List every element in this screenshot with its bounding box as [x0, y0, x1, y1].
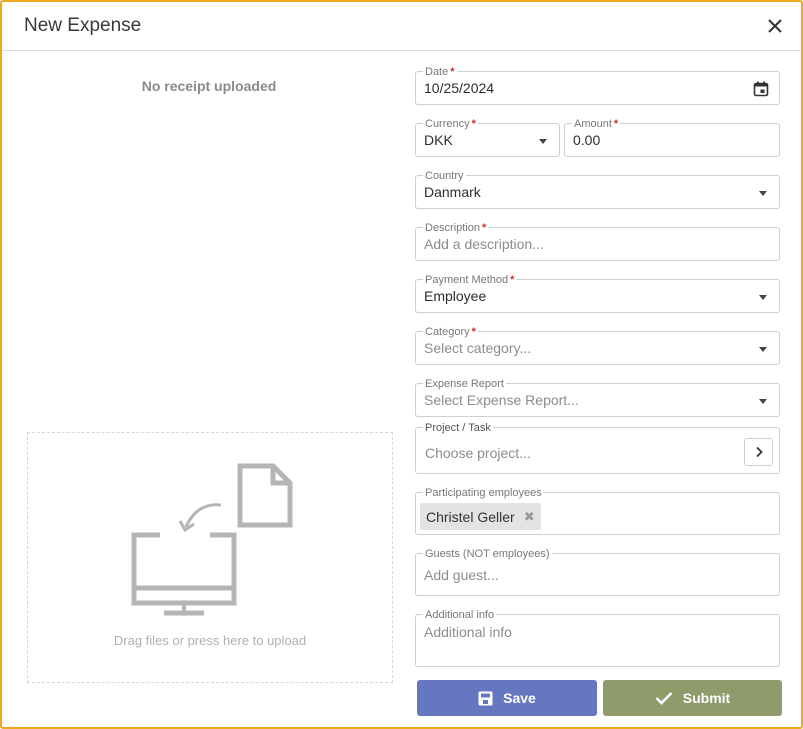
required-mark: * — [471, 326, 476, 338]
description-label: Description — [425, 222, 481, 234]
description-placeholder: Add a description... — [424, 236, 544, 252]
category-label: Category — [425, 326, 470, 338]
receipt-upload-dropzone[interactable]: Drag files or press here to upload — [27, 432, 393, 683]
payment-method-select[interactable]: Payment Method * Employee — [415, 274, 780, 313]
upload-instructions: Drag files or press here to upload — [113, 633, 307, 648]
currency-value: DKK — [424, 132, 453, 148]
expense-report-placeholder: Select Expense Report... — [424, 392, 579, 408]
currency-label: Currency — [425, 118, 470, 130]
participating-employees-field[interactable]: Participating employees Christel Geller … — [415, 487, 780, 535]
amount-field[interactable]: Amount * 0.00 — [564, 118, 780, 157]
guests-field[interactable]: Guests (NOT employees) Add guest... — [415, 548, 780, 596]
description-field[interactable]: Description * Add a description... — [415, 222, 780, 261]
checkmark-icon — [655, 692, 673, 705]
additional-info-textarea[interactable]: Additional info Additional info — [415, 609, 780, 667]
caret-down-icon — [759, 295, 767, 300]
choose-project-button[interactable] — [744, 438, 773, 466]
calendar-icon[interactable] — [753, 81, 769, 97]
date-label: Date — [425, 66, 449, 78]
dialog-title: New Expense — [24, 15, 142, 36]
save-icon — [478, 691, 493, 705]
payment-method-value: Employee — [424, 288, 487, 304]
close-icon[interactable] — [765, 16, 785, 36]
submit-label: Submit — [682, 690, 731, 706]
required-mark: * — [482, 222, 487, 234]
guests-placeholder: Add guest... — [424, 567, 499, 583]
caret-down-icon — [539, 139, 547, 144]
required-mark: * — [510, 274, 515, 286]
currency-select[interactable]: Currency * DKK — [415, 118, 560, 157]
caret-down-icon — [759, 399, 767, 404]
amount-value: 0.00 — [573, 132, 601, 148]
project-placeholder: Choose project... — [425, 445, 531, 461]
required-mark: * — [471, 118, 476, 130]
payment-method-label: Payment Method — [425, 274, 509, 286]
project-task-label: Project / Task — [423, 422, 493, 434]
country-select[interactable]: Country Danmark — [415, 170, 780, 209]
expense-report-label: Expense Report — [423, 378, 506, 390]
required-mark: * — [450, 66, 455, 78]
amount-label: Amount — [574, 118, 612, 130]
country-label: Country — [423, 170, 466, 182]
upload-to-computer-icon — [131, 463, 293, 616]
expense-report-select[interactable]: Expense Report Select Expense Report... — [415, 378, 780, 417]
employee-chip-label: Christel Geller — [426, 508, 515, 525]
submit-button[interactable]: Submit — [603, 680, 782, 716]
date-field[interactable]: Date * 10/25/2024 — [415, 66, 780, 105]
date-value: 10/25/2024 — [424, 80, 495, 96]
required-mark: * — [613, 118, 619, 130]
dialog-header: New Expense — [2, 2, 801, 51]
caret-down-icon — [759, 191, 767, 196]
country-value: Danmark — [424, 184, 481, 200]
additional-info-label: Additional info — [423, 609, 497, 621]
project-task-field[interactable]: Project / Task Choose project... — [415, 422, 780, 474]
additional-info-placeholder: Additional info — [424, 624, 512, 640]
employee-chip: Christel Geller ✖ — [420, 503, 541, 530]
guests-label: Guests (NOT employees) — [423, 548, 552, 560]
save-label: Save — [503, 690, 536, 706]
participating-employees-label: Participating employees — [423, 487, 544, 499]
receipt-status: No receipt uploaded — [141, 78, 277, 94]
category-placeholder: Select category... — [424, 340, 532, 356]
save-button[interactable]: Save — [417, 680, 597, 716]
chevron-right-icon — [755, 446, 763, 458]
caret-down-icon — [759, 347, 767, 352]
category-select[interactable]: Category * Select category... — [415, 326, 780, 365]
remove-chip-icon[interactable]: ✖ — [524, 509, 535, 525]
new-expense-dialog: New Expense No receipt uploaded Drag fil… — [0, 0, 803, 729]
